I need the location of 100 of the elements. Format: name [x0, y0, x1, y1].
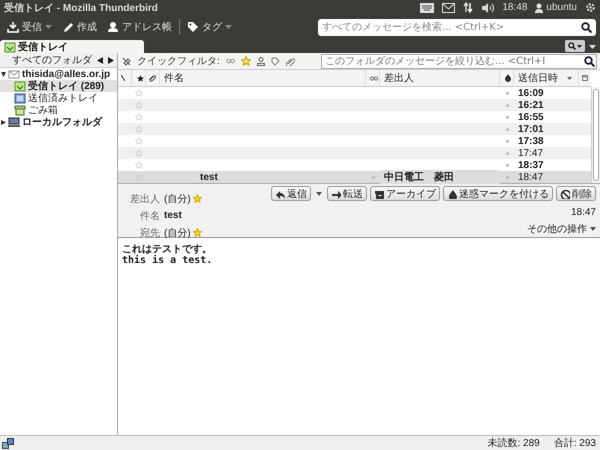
star-icon[interactable] — [240, 56, 251, 66]
column-header[interactable]: 送信日時 — [514, 70, 579, 86]
inbox-icon — [14, 80, 26, 92]
folder-item[interactable]: 受信トレイ (289) — [0, 80, 117, 92]
volume-icon — [481, 2, 494, 12]
search-icon — [568, 42, 576, 50]
toolbar-button[interactable]: アドレス帳 — [104, 18, 175, 36]
account-icon — [8, 68, 20, 80]
dot-icon — [506, 92, 508, 94]
header-button[interactable]: アーカイブ — [370, 186, 440, 201]
message-date: 18:47 — [570, 207, 596, 218]
star-icon[interactable] — [135, 149, 143, 157]
paperclip-icon — [149, 74, 156, 82]
network-icon — [463, 2, 474, 13]
person-icon[interactable] — [256, 56, 265, 66]
search-field[interactable]: すべてのメッセージを検索... <Ctrl+K> — [318, 18, 596, 36]
reply-icon — [275, 188, 285, 198]
message-row[interactable]: 17:47 — [118, 147, 591, 159]
dot-icon — [372, 176, 374, 178]
left-arrow-icon[interactable] — [97, 56, 103, 64]
folder-icon — [14, 92, 26, 104]
tag-icon[interactable] — [270, 56, 280, 66]
dot-icon — [506, 140, 508, 142]
no-entry-icon — [560, 188, 570, 198]
quick-filter-label: クイックフィルタ: — [137, 55, 220, 68]
tag-icon — [187, 21, 199, 33]
dot-icon — [506, 116, 508, 118]
arrow-icon — [331, 188, 341, 198]
star-icon[interactable] — [135, 137, 143, 145]
toolbar-button[interactable]: 作成 — [59, 18, 100, 36]
caret-icon[interactable] — [316, 192, 322, 196]
star-icon[interactable] — [135, 125, 143, 133]
subject-text: test — [164, 210, 182, 221]
archive-icon — [374, 188, 384, 198]
unread-count: 未読数: 289 — [488, 436, 540, 450]
search-menu-button[interactable] — [565, 40, 585, 52]
trash-icon — [14, 104, 26, 116]
collapsed-triangle-icon[interactable] — [1, 120, 6, 124]
message-row[interactable]: 17:01 — [118, 123, 591, 135]
activity-icon[interactable] — [2, 438, 14, 448]
thread-icon — [121, 75, 125, 81]
computer-icon — [8, 116, 20, 128]
message-date: 16:21 — [518, 100, 544, 110]
right-arrow-icon[interactable] — [108, 56, 114, 64]
column-header[interactable]: 差出人 — [380, 70, 500, 86]
star-icon[interactable] — [135, 113, 143, 121]
field-label: 差出人 — [129, 192, 161, 206]
glasses-icon — [370, 76, 378, 80]
dot-icon — [506, 176, 508, 178]
message-date: 17:01 — [518, 124, 544, 134]
star-icon[interactable] — [192, 228, 202, 237]
search-icon — [584, 56, 595, 66]
folder-item[interactable]: thisida@alles.or.jp — [0, 68, 117, 80]
message-row[interactable]: test 中日電工 菱田 18:47 — [118, 171, 591, 183]
star-icon[interactable] — [135, 89, 143, 97]
toolbar-button[interactable]: タグ — [184, 18, 235, 36]
toolbar-button[interactable]: 受信 — [4, 18, 55, 36]
message-subject: test — [200, 172, 218, 182]
dot-icon — [506, 152, 508, 154]
paperclip-icon[interactable] — [286, 56, 295, 66]
keyboard-icon — [420, 2, 434, 12]
thread-column-header[interactable] — [118, 70, 132, 86]
star-icon[interactable] — [192, 194, 202, 203]
header-button[interactable]: 転送 — [327, 186, 367, 201]
folder-item[interactable]: ローカルフォルダ — [0, 116, 117, 128]
download-icon — [7, 21, 19, 33]
infinity-icon[interactable] — [226, 58, 235, 64]
column-picker-icon[interactable] — [582, 75, 588, 81]
search-icon — [581, 22, 592, 32]
body-text-line: これはテストです。 — [122, 244, 213, 255]
dot-icon — [506, 164, 508, 166]
expanded-triangle-icon[interactable] — [1, 72, 6, 76]
power-gear-icon[interactable] — [585, 2, 596, 13]
pencil-icon — [62, 21, 74, 33]
header-button[interactable]: 迷惑マークを付ける — [443, 186, 553, 201]
tab[interactable]: 受信トレイ — [0, 40, 144, 53]
field-label: 宛先 — [139, 226, 161, 240]
folder-item[interactable]: 送信済みトレイ — [0, 92, 117, 104]
envelope-icon — [442, 2, 456, 12]
caret-icon — [577, 44, 582, 48]
address-text[interactable]: (自分) — [164, 226, 191, 240]
star-icon[interactable] — [135, 161, 143, 169]
user-name[interactable]: ubuntu — [546, 2, 577, 13]
folder-item[interactable]: ごみ箱 — [0, 104, 117, 116]
other-actions-button[interactable]: その他の操作 — [527, 222, 596, 236]
star-icon[interactable] — [135, 101, 143, 109]
column-header[interactable]: 件名 — [160, 70, 366, 86]
header-button[interactable]: 削除 — [556, 186, 596, 201]
dot-icon — [506, 128, 508, 130]
message-row[interactable]: 16:21 — [118, 99, 591, 111]
header-button[interactable]: 返信 — [271, 186, 311, 201]
message-date: 17:38 — [518, 136, 544, 146]
dot-icon — [506, 104, 508, 106]
scrollbar[interactable] — [591, 87, 600, 183]
message-sender: 中日電工 菱田 — [384, 172, 454, 183]
message-date: 16:55 — [518, 112, 544, 122]
total-count: 合計: 293 — [554, 436, 596, 450]
clock[interactable]: 18:48 — [502, 2, 528, 13]
address-text[interactable]: (自分) — [164, 192, 191, 206]
flame-icon — [447, 188, 457, 198]
